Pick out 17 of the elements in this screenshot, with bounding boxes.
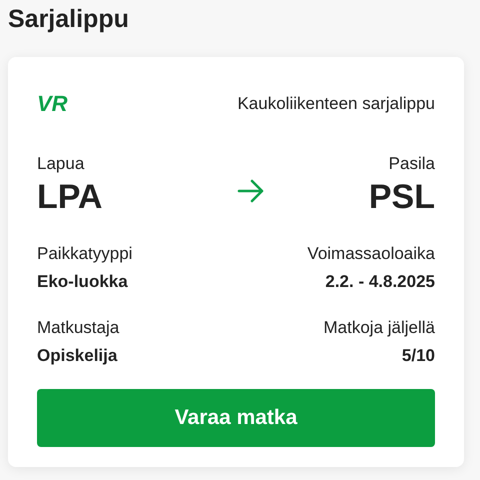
detail-label: Matkustaja: [37, 316, 120, 338]
origin-name: Lapua: [37, 152, 86, 174]
detail-label: Matkoja jäljellä: [324, 316, 435, 338]
page-title: Sarjalippu: [7, 4, 130, 35]
destination-name: Pasila: [388, 152, 435, 174]
detail-value: Opiskelija: [37, 344, 118, 366]
ticket-type: Kaukoliikenteen sarjalippu: [237, 93, 435, 115]
origin-code: LPA: [37, 176, 102, 218]
detail-value: 5/10: [402, 344, 435, 366]
detail-label: Paikkatyyppi: [37, 242, 132, 264]
detail-label: Voimassaoloaika: [307, 242, 435, 264]
logo: VR: [37, 92, 68, 115]
book-button[interactable]: Varaa matka: [37, 388, 435, 446]
destination-code: PSL: [368, 176, 435, 218]
detail-value: 2.2. - 4.8.2025: [325, 270, 435, 292]
arrow-icon: [236, 178, 265, 202]
detail-value: Eko-luokka: [37, 270, 129, 292]
